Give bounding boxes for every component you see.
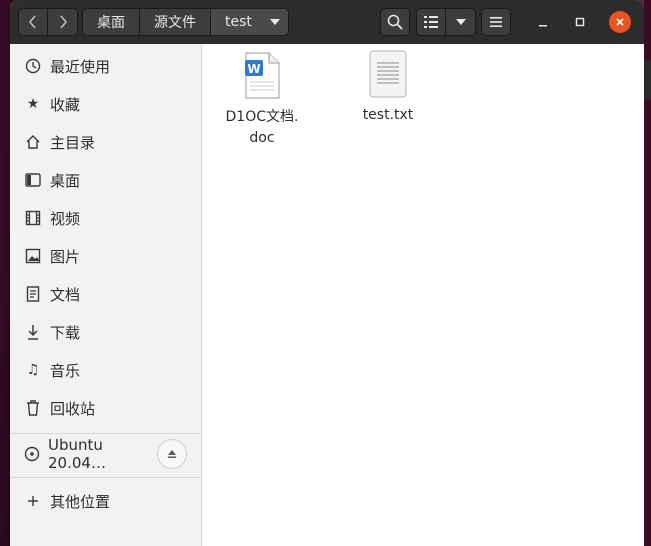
- film-icon: [24, 209, 42, 227]
- file-name: test.txt: [362, 107, 414, 123]
- image-icon: [24, 247, 42, 265]
- sidebar-item-label: 最近使用: [50, 57, 111, 76]
- chevron-right-icon: [59, 15, 67, 29]
- navigation-buttons: [18, 8, 78, 36]
- sidebar-item-label: 文档: [50, 285, 81, 304]
- minimize-button[interactable]: [532, 11, 554, 33]
- sidebar-item-label: 图片: [50, 247, 81, 266]
- sidebar-item-label: 其他位置: [50, 492, 111, 511]
- sidebar-item-label: 收藏: [50, 95, 81, 114]
- search-button[interactable]: [380, 8, 410, 36]
- home-icon: [24, 133, 42, 151]
- sidebar-item-label: 主目录: [50, 133, 96, 152]
- text-file-icon: [369, 50, 407, 98]
- file-badge: W: [247, 62, 260, 76]
- sidebar-item-home[interactable]: 主目录: [10, 123, 201, 161]
- back-button[interactable]: [18, 8, 48, 36]
- star-icon: ★: [26, 96, 40, 112]
- sidebar-item-label: 下载: [50, 323, 81, 342]
- download-icon: [24, 323, 42, 341]
- sidebar-divider: [10, 477, 201, 478]
- maximize-icon: [575, 17, 585, 27]
- background-window-edge: [644, 0, 651, 546]
- breadcrumb-item-current[interactable]: test: [211, 8, 289, 36]
- breadcrumb-current-label: test: [225, 14, 252, 30]
- sidebar-item-trash[interactable]: 回收站: [10, 389, 201, 427]
- file-manager-window: 桌面 源文件 test 最近使用 ★ 收藏 主目录 桌面 视频 图片 文档 下载…: [10, 0, 644, 546]
- plus-icon: [24, 492, 42, 510]
- view-dropdown-arrow-icon: [455, 19, 466, 25]
- file-item-txt[interactable]: test.txt: [338, 50, 438, 126]
- sidebar: 最近使用 ★ 收藏 主目录 桌面 视频 图片 文档 下载 ♫ 音乐 回收站 Ub…: [10, 44, 202, 546]
- close-icon: [616, 18, 624, 26]
- sidebar-item-desktop[interactable]: 桌面: [10, 161, 201, 199]
- list-view-button[interactable]: [416, 8, 446, 36]
- dropdown-arrow-icon: [269, 19, 280, 25]
- file-name-line2: doc: [249, 130, 275, 146]
- view-controls: [416, 8, 476, 36]
- background-window-bar: [644, 60, 651, 100]
- main-menu-button[interactable]: [481, 8, 511, 36]
- music-icon: ♫: [26, 362, 40, 378]
- sidebar-item-other-locations[interactable]: 其他位置: [10, 482, 201, 520]
- sidebar-item-documents[interactable]: 文档: [10, 275, 201, 313]
- breadcrumb: 桌面 源文件 test: [82, 8, 289, 36]
- file-item-doc[interactable]: W D1OC文档. doc: [212, 52, 312, 149]
- sidebar-item-label: 视频: [50, 209, 81, 228]
- file-view: W D1OC文档. doc test.txt: [202, 44, 644, 546]
- desktop-icon: [24, 171, 42, 189]
- list-view-icon: [424, 16, 438, 28]
- sidebar-item-label: 桌面: [50, 171, 81, 190]
- document-icon: [24, 285, 42, 303]
- chevron-left-icon: [28, 15, 36, 29]
- sidebar-item-pictures[interactable]: 图片: [10, 237, 201, 275]
- sidebar-divider: [10, 433, 201, 434]
- search-icon: [387, 14, 403, 30]
- view-options-button[interactable]: [446, 8, 476, 36]
- file-name-line1: D1OC文档.: [225, 109, 299, 125]
- eject-icon: [168, 450, 176, 458]
- sidebar-item-label: 音乐: [50, 361, 81, 380]
- sidebar-item-label: 回收站: [50, 399, 96, 418]
- close-button[interactable]: [609, 11, 631, 33]
- header-bar: 桌面 源文件 test: [10, 0, 644, 44]
- sidebar-item-downloads[interactable]: 下载: [10, 313, 201, 351]
- sidebar-item-music[interactable]: ♫ 音乐: [10, 351, 201, 389]
- trash-icon: [24, 399, 42, 417]
- breadcrumb-item-desktop[interactable]: 桌面: [82, 8, 140, 36]
- eject-button[interactable]: [157, 439, 187, 469]
- sidebar-item-starred[interactable]: ★ 收藏: [10, 85, 201, 123]
- disc-icon: [24, 445, 40, 463]
- sidebar-item-device[interactable]: Ubuntu 20.04…: [10, 435, 150, 473]
- breadcrumb-item-source[interactable]: 源文件: [140, 8, 211, 36]
- minimize-icon: [539, 25, 547, 27]
- sidebar-item-recent[interactable]: 最近使用: [10, 47, 201, 85]
- clock-icon: [24, 57, 42, 75]
- sidebar-item-label: Ubuntu 20.04…: [48, 436, 106, 472]
- forward-button[interactable]: [48, 8, 78, 36]
- maximize-button[interactable]: [569, 11, 591, 33]
- word-document-icon: W: [245, 52, 280, 99]
- sidebar-item-videos[interactable]: 视频: [10, 199, 201, 237]
- hamburger-menu-icon: [490, 17, 502, 27]
